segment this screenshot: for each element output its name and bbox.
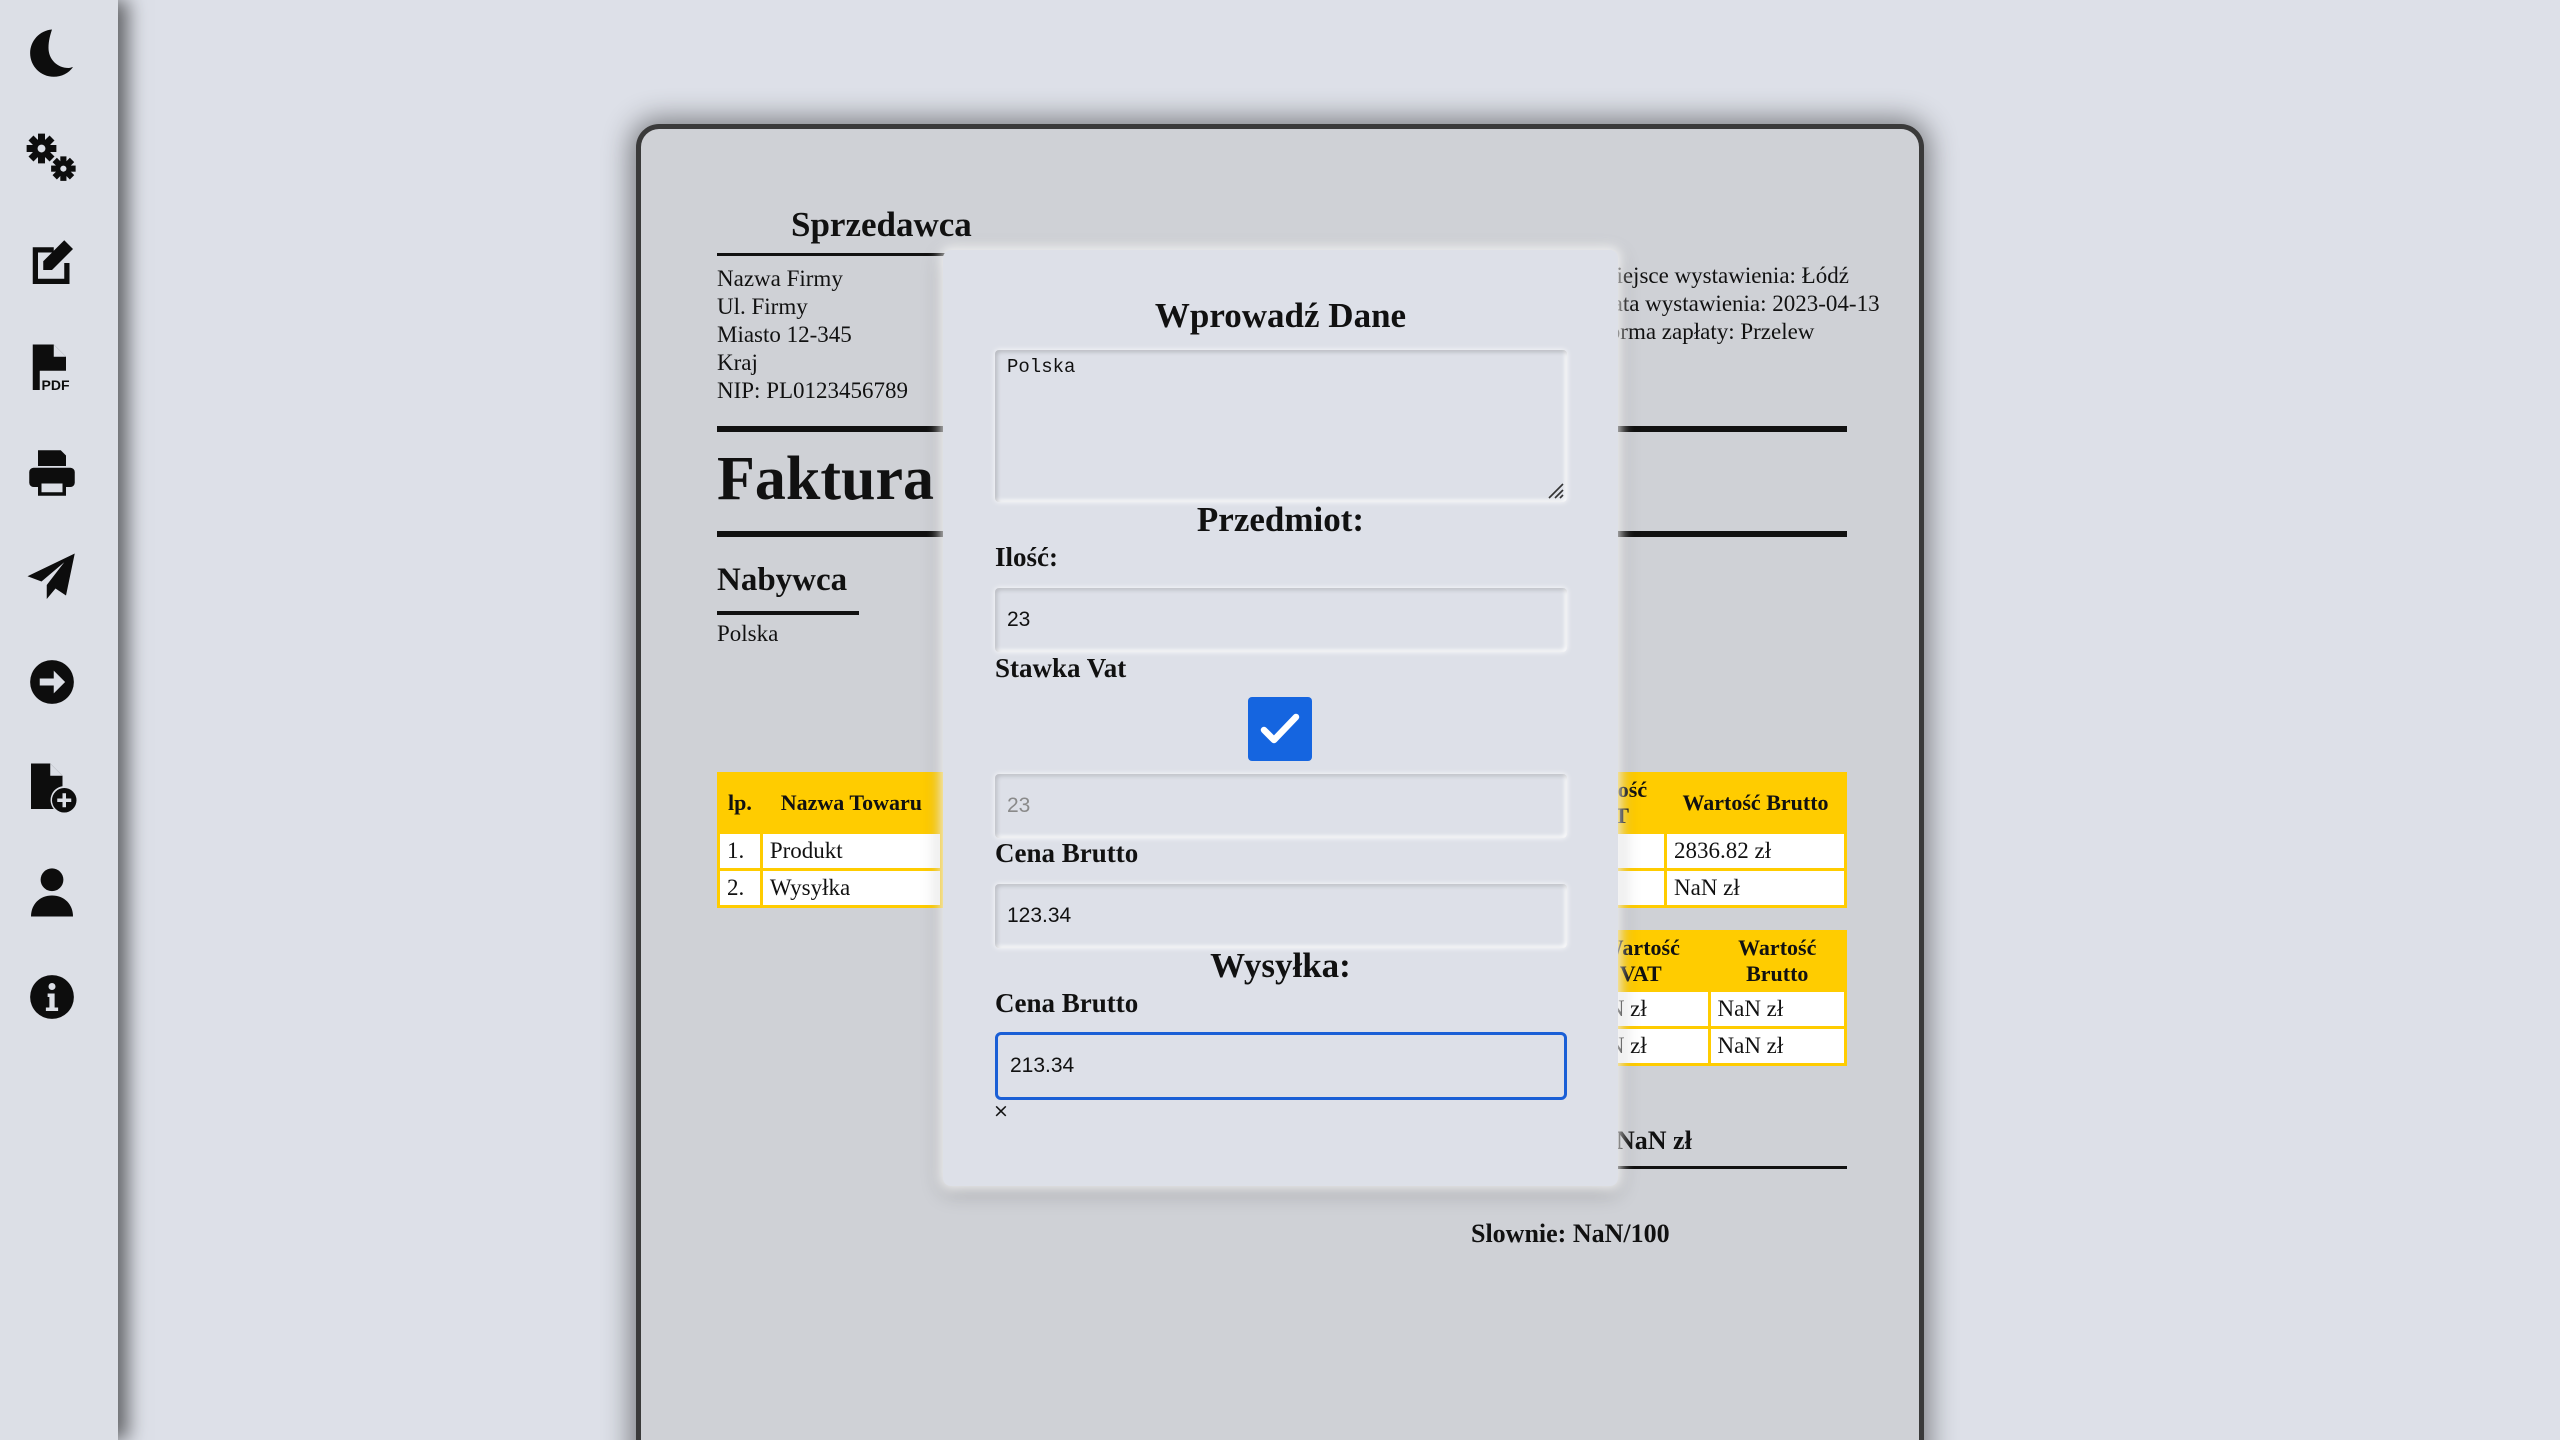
seller-info: Nazwa Firmy Ul. Firmy Miasto 12-345 Kraj… bbox=[717, 265, 908, 405]
pdf-button[interactable]: PDF bbox=[0, 333, 104, 405]
settings-button[interactable] bbox=[0, 123, 104, 195]
send-button[interactable] bbox=[0, 542, 104, 614]
file-plus-icon bbox=[31, 763, 77, 813]
new-invoice-button[interactable] bbox=[0, 752, 104, 824]
edit-button[interactable] bbox=[0, 227, 104, 299]
column-header: Nazwa Towaru bbox=[759, 772, 943, 834]
seller-title: Sprzedawca bbox=[791, 205, 972, 244]
shipping-price-input[interactable] bbox=[995, 1032, 1567, 1100]
gross-price-label: Cena Brutto bbox=[995, 838, 1139, 868]
vat-rate-label: Stawka Vat bbox=[995, 653, 1127, 683]
column-header: Wartość Brutto bbox=[1707, 930, 1847, 992]
table-cell: 2836.82 zł bbox=[1664, 831, 1847, 871]
column-header: lp. bbox=[717, 772, 763, 834]
address-textarea[interactable]: Polska bbox=[995, 350, 1567, 502]
seller-underline bbox=[717, 253, 947, 256]
shipping-title: Wysyłka: bbox=[1210, 946, 1351, 985]
checkmark-icon bbox=[1260, 713, 1300, 744]
info-circle-icon bbox=[30, 975, 74, 1019]
paper-plane-icon bbox=[27, 553, 75, 599]
table-cell: Produkt bbox=[759, 831, 943, 871]
resize-grip-icon[interactable] bbox=[1545, 480, 1565, 500]
invoice-title: Faktura bbox=[717, 445, 934, 513]
sidebar: PDF bbox=[0, 0, 118, 1440]
table-cell: Wysyłka bbox=[759, 868, 943, 908]
table-cell: 1. bbox=[717, 831, 763, 871]
arrow-right-circle-icon bbox=[30, 660, 74, 704]
table-cell: NaN zł bbox=[1707, 1026, 1847, 1066]
vat-rate-checkbox[interactable] bbox=[1248, 697, 1312, 761]
seller-name: Nazwa Firmy bbox=[717, 266, 843, 291]
data-entry-modal: Wprowadź Dane Polska Przedmiot: Ilość: S… bbox=[943, 250, 1618, 1186]
theme-toggle-button[interactable] bbox=[0, 18, 104, 90]
seller-country: Kraj bbox=[717, 350, 758, 375]
table-cell: NaN zł bbox=[1707, 989, 1847, 1029]
table-cell: 2. bbox=[717, 868, 763, 908]
quantity-input[interactable] bbox=[995, 588, 1567, 652]
issue-date: Data wystawienia: 2023-04-13 bbox=[1596, 291, 1880, 316]
modal-title: Wprowadź Dane bbox=[1154, 296, 1407, 335]
seller-city: Miasto 12-345 bbox=[717, 322, 852, 347]
gross-price-input[interactable] bbox=[995, 884, 1567, 948]
svg-text:PDF: PDF bbox=[42, 377, 70, 393]
print-button[interactable] bbox=[0, 437, 104, 509]
print-icon bbox=[29, 450, 75, 496]
seller-nip: NIP: PL0123456789 bbox=[717, 378, 909, 403]
buyer-underline bbox=[717, 611, 859, 615]
buyer-country: Polska bbox=[717, 621, 779, 646]
payment-method: Forma zapłaty: Przelew bbox=[1596, 319, 1815, 344]
seller-street: Ul. Firmy bbox=[717, 294, 808, 319]
edit-icon bbox=[32, 240, 73, 284]
vat-rate-input[interactable] bbox=[995, 774, 1567, 838]
info-button[interactable] bbox=[0, 961, 104, 1033]
table-cell: NaN zł bbox=[1664, 868, 1847, 908]
gears-icon bbox=[26, 133, 76, 181]
user-button[interactable] bbox=[0, 856, 104, 928]
column-header: Wartość Brutto bbox=[1664, 772, 1847, 834]
file-pdf-icon: PDF bbox=[32, 344, 70, 393]
issue-place: Miejsce wystawienia: Łódź bbox=[1596, 263, 1849, 288]
quantity-label: Ilość: bbox=[995, 542, 1058, 572]
shipping-price-label: Cena Brutto bbox=[995, 988, 1139, 1018]
moon-icon bbox=[30, 29, 73, 77]
subject-title: Przedmiot: bbox=[1196, 500, 1365, 539]
next-button[interactable] bbox=[0, 646, 104, 718]
close-icon[interactable]: × bbox=[993, 1100, 1009, 1122]
user-icon bbox=[31, 868, 73, 917]
amount-in-words: Slownie: NaN/100 bbox=[1471, 1219, 1670, 1248]
buyer-title: Nabywca bbox=[717, 562, 848, 598]
invoice-meta: Miejsce wystawienia: Łódź Data wystawien… bbox=[1596, 262, 1880, 346]
total-amount: NaN zł bbox=[1616, 1126, 1692, 1155]
